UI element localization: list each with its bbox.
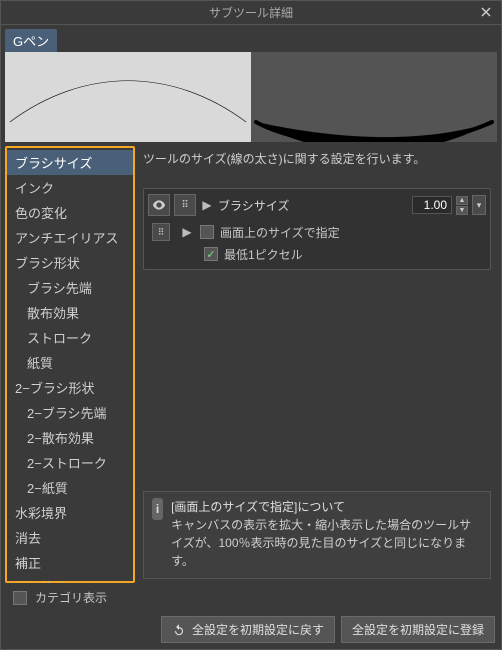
sidebar-item-1[interactable]: インク (7, 175, 133, 200)
sidebar-item-6[interactable]: 散布効果 (7, 300, 133, 325)
main-panel: ツールのサイズ(線の太さ)に関する設定を行います。 ⠿ ▶ ブラシサイズ 1.0… (135, 146, 497, 583)
brush-size-spinner[interactable]: ▲ ▼ (456, 196, 468, 215)
brush-size-value[interactable]: 1.00 (412, 196, 452, 214)
close-button[interactable] (477, 3, 495, 21)
help-block: i [画面上のサイズで指定]について キャンバスの表示を拡大・縮小表示した場合の… (143, 491, 491, 579)
eye-icon[interactable] (148, 194, 170, 216)
specify-on-screen-checkbox[interactable] (200, 225, 214, 239)
spinner-up[interactable]: ▲ (456, 196, 468, 205)
sidebar-item-14[interactable]: 水彩境界 (7, 500, 133, 525)
specify-on-screen-label: 画面上のサイズで指定 (220, 224, 340, 241)
brush-size-label: ブラシサイズ (218, 197, 408, 214)
sidebar-item-4[interactable]: ブラシ形状 (7, 250, 133, 275)
reset-all-button[interactable]: 全設定を初期設定に戻す (161, 616, 335, 643)
link-icon[interactable]: ⠿ (174, 194, 196, 216)
reset-all-label: 全設定を初期設定に戻す (192, 621, 324, 638)
sidebar-item-7[interactable]: ストローク (7, 325, 133, 350)
sidebar-item-13[interactable]: 2−紙質 (7, 475, 133, 500)
expand-icon[interactable]: ▶ (200, 198, 214, 212)
sidebar-item-2[interactable]: 色の変化 (7, 200, 133, 225)
preview-light (5, 52, 251, 142)
category-description: ツールのサイズ(線の太さ)に関する設定を行います。 (143, 150, 491, 182)
sub-expand-icon[interactable]: ▶ (180, 225, 194, 239)
min-1px-checkbox[interactable] (204, 247, 218, 261)
brush-preview (5, 52, 497, 142)
preview-dark (251, 52, 497, 142)
sidebar-item-12[interactable]: 2−ストローク (7, 450, 133, 475)
sidebar-item-10[interactable]: 2−ブラシ先端 (7, 400, 133, 425)
min-1px-label: 最低1ピクセル (224, 246, 303, 263)
window-title: サブツール詳細 (209, 4, 293, 21)
specify-on-screen-row: ⠿ ▶ 画面上のサイズで指定 (148, 221, 486, 243)
sidebar-item-11[interactable]: 2−散布効果 (7, 425, 133, 450)
tool-name-tab[interactable]: Gペン (5, 29, 57, 52)
register-all-label: 全設定を初期設定に登録 (352, 621, 484, 638)
sidebar-item-5[interactable]: ブラシ先端 (7, 275, 133, 300)
category-sidebar: ブラシサイズインク色の変化アンチエイリアスブラシ形状ブラシ先端散布効果ストローク… (5, 146, 135, 583)
sidebar-item-0[interactable]: ブラシサイズ (7, 150, 133, 175)
category-display-label: カテゴリ表示 (35, 589, 107, 606)
help-body: キャンバスの表示を拡大・縮小表示した場合のツールサイズが、100％表示時の見た目… (171, 516, 482, 570)
help-title: [画面上のサイズで指定]について (171, 498, 482, 516)
info-icon: i (152, 498, 163, 520)
min-1px-row: 最低1ピクセル (148, 243, 486, 265)
reset-icon (172, 623, 186, 637)
category-display-checkbox[interactable] (13, 591, 27, 605)
register-all-button[interactable]: 全設定を初期設定に登録 (341, 616, 495, 643)
sidebar-item-16[interactable]: 補正 (7, 550, 133, 575)
dynamics-menu-arrow[interactable]: ▾ (472, 195, 486, 215)
properties-block: ⠿ ▶ ブラシサイズ 1.00 ▲ ▼ ▾ ⠿ ▶ 画面上のサイズで指定 (143, 188, 491, 270)
footer-buttons: 全設定を初期設定に戻す 全設定を初期設定に登録 (1, 612, 501, 649)
help-text: [画面上のサイズで指定]について キャンバスの表示を拡大・縮小表示した場合のツー… (171, 498, 482, 570)
sidebar-item-3[interactable]: アンチエイリアス (7, 225, 133, 250)
tool-name-label: Gペン (13, 34, 49, 49)
brush-size-row: ⠿ ▶ ブラシサイズ 1.00 ▲ ▼ ▾ (148, 193, 486, 217)
category-display-row: カテゴリ表示 (9, 583, 501, 612)
spinner-down[interactable]: ▼ (456, 206, 468, 215)
sidebar-item-15[interactable]: 消去 (7, 525, 133, 550)
sidebar-item-17[interactable]: 入り抜き (7, 575, 133, 583)
sidebar-item-9[interactable]: 2−ブラシ形状 (7, 375, 133, 400)
sidebar-item-8[interactable]: 紙質 (7, 350, 133, 375)
sub-link-icon[interactable]: ⠿ (152, 223, 170, 241)
subtool-detail-window: サブツール詳細 Gペン ブラシサイズインク色の変化アンチエイリアスブラシ形状ブラ… (0, 0, 502, 650)
titlebar: サブツール詳細 (1, 1, 501, 25)
